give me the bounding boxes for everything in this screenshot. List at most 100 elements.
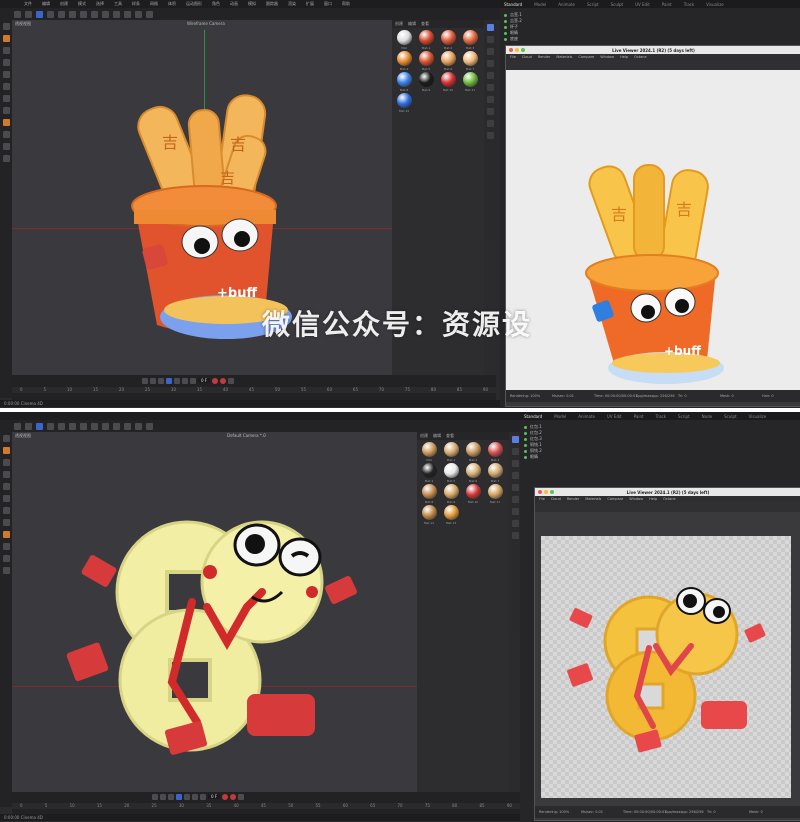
lv-menu-item-3[interactable]: Materials [585, 497, 601, 501]
deformer-icon[interactable] [124, 422, 131, 430]
material-8[interactable]: Mat.8 [394, 72, 414, 92]
spline-icon[interactable] [102, 422, 109, 430]
knife-icon[interactable] [2, 155, 10, 162]
record-icon[interactable] [222, 793, 229, 800]
lv-menu-item-4[interactable]: Compare [578, 55, 594, 59]
material-8[interactable]: Mat.8 [419, 484, 439, 504]
layout-tab-8[interactable]: Sculpt [724, 414, 737, 419]
frame-field[interactable]: 0 F [208, 794, 221, 799]
menu-item-2[interactable]: 创建 [60, 1, 68, 7]
null-icon[interactable] [511, 520, 519, 527]
layout-tab-4[interactable]: Paint [634, 414, 644, 419]
next-key-icon[interactable] [182, 377, 188, 384]
material-10[interactable]: Mat.10 [463, 484, 483, 504]
polygons-mode-icon[interactable] [2, 519, 10, 526]
lv-menu-item-6[interactable]: Help [620, 55, 628, 59]
lv-menu-item-1[interactable]: Cloud [551, 497, 561, 501]
object-row-4[interactable]: 底座 [504, 36, 518, 42]
layout-tab-9[interactable]: Visualize [749, 414, 767, 419]
material-10[interactable]: Mat.10 [438, 72, 458, 92]
menu-item-3[interactable]: 模式 [78, 1, 86, 7]
lv-menu-item-2[interactable]: Render [567, 497, 579, 501]
lv-menu-item-0[interactable]: File [510, 55, 516, 59]
menu-item-17[interactable]: 帮助 [342, 1, 350, 7]
undo-icon[interactable] [14, 10, 21, 18]
move-icon[interactable] [2, 47, 10, 54]
render-settings-icon[interactable] [80, 422, 87, 430]
material-2[interactable]: Mat.2 [463, 442, 483, 462]
spline-icon[interactable] [102, 10, 109, 18]
menu-item-9[interactable]: 运动图形 [186, 1, 202, 7]
lv-menu-item-5[interactable]: Window [629, 497, 643, 501]
material-6[interactable]: Mat.6 [463, 463, 483, 483]
visibility-icon[interactable] [504, 25, 507, 29]
menu-item-12[interactable]: 模拟 [248, 1, 256, 7]
layout-tab-6[interactable]: Script [678, 414, 690, 419]
effector-icon[interactable] [486, 132, 494, 139]
layout-tab-0[interactable]: Standard [504, 2, 522, 7]
visibility-icon[interactable] [524, 449, 527, 453]
snap-icon[interactable] [2, 531, 10, 538]
layout-tab-2[interactable]: Animate [558, 2, 575, 7]
undo-icon[interactable] [14, 422, 21, 430]
menu-item-6[interactable]: 样条 [132, 1, 140, 7]
minimize-icon[interactable] [515, 48, 519, 52]
layout-tab-7[interactable]: Node [702, 414, 712, 419]
material-3[interactable]: Mat.3 [485, 442, 505, 462]
layout-tab-6[interactable]: Paint [662, 2, 672, 7]
keyframe-icon[interactable] [228, 377, 235, 384]
points-mode-icon[interactable] [2, 495, 10, 502]
edges-mode-icon[interactable] [2, 95, 10, 102]
material-1[interactable]: Mat.1 [441, 442, 461, 462]
scale-tool-icon[interactable] [47, 10, 54, 18]
object-row-5[interactable]: 眼睛 [524, 454, 538, 460]
go-start-icon[interactable] [142, 377, 148, 384]
material-9[interactable]: Mat.9 [416, 72, 436, 92]
next-key-icon[interactable] [192, 793, 198, 800]
scale-icon[interactable] [2, 59, 10, 66]
visibility-icon[interactable] [504, 37, 507, 41]
material-12[interactable]: Mat.12 [394, 93, 414, 113]
lv-menu-item-5[interactable]: Window [600, 55, 614, 59]
minimize-icon[interactable] [544, 490, 548, 494]
live-select-icon[interactable] [2, 447, 10, 454]
sphere-icon[interactable] [511, 448, 519, 455]
layout-tab-7[interactable]: Track [684, 2, 694, 7]
material-12[interactable]: Mat.12 [419, 505, 439, 525]
material-1[interactable]: Mat.1 [416, 30, 436, 50]
rotate-tool-icon[interactable] [58, 422, 65, 430]
menu-item-15[interactable]: 扩展 [306, 1, 314, 7]
play-icon[interactable] [176, 793, 182, 800]
plane-icon[interactable] [511, 496, 519, 503]
redo-icon[interactable] [25, 422, 32, 430]
view-tool-icon[interactable] [511, 436, 519, 443]
rotate-icon[interactable] [2, 483, 10, 490]
go-start-icon[interactable] [152, 793, 158, 800]
light-icon[interactable] [146, 422, 153, 430]
text-icon[interactable] [511, 508, 519, 515]
layout-tab-5[interactable]: Track [656, 414, 666, 419]
rotate-tool-icon[interactable] [58, 10, 65, 18]
layout-tab-8[interactable]: Visualize [706, 2, 724, 7]
plane-icon[interactable] [486, 84, 494, 91]
sphere-icon[interactable] [486, 36, 494, 43]
menu-item-8[interactable]: 体积 [168, 1, 176, 7]
light-icon[interactable] [146, 10, 153, 18]
torus-icon[interactable] [511, 484, 519, 491]
record-icon[interactable] [212, 377, 219, 384]
next-frame-icon[interactable] [174, 377, 180, 384]
lv-menu-item-7[interactable]: Octane [634, 55, 647, 59]
menu-item-10[interactable]: 角色 [212, 1, 220, 7]
scale-tool-icon[interactable] [47, 422, 54, 430]
material-7[interactable]: Mat.7 [485, 463, 505, 483]
close-icon[interactable] [509, 48, 513, 52]
bottom-render-canvas[interactable] [541, 536, 791, 798]
polygons-mode-icon[interactable] [2, 107, 10, 114]
material-11[interactable]: Mat.11 [460, 72, 480, 92]
rotate-icon[interactable] [2, 71, 10, 78]
move-tool-icon[interactable] [36, 10, 43, 18]
torus-icon[interactable] [486, 72, 494, 79]
autokey-icon[interactable] [230, 793, 237, 800]
layout-tab-2[interactable]: Animate [578, 414, 595, 419]
select-icon[interactable] [2, 435, 10, 442]
